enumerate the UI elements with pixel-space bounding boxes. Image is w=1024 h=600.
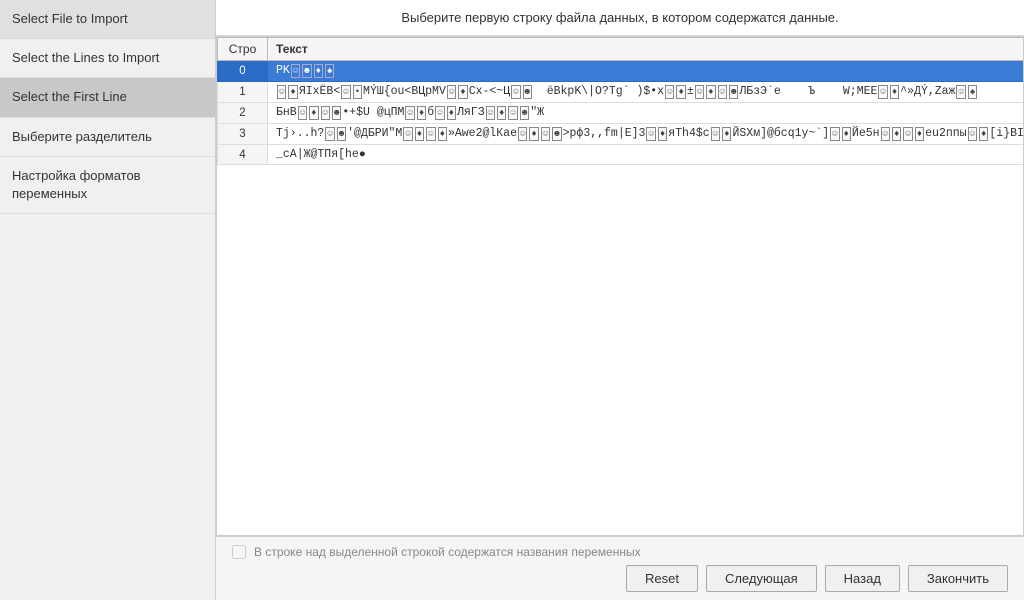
- col-header-text: Текст: [268, 38, 1024, 61]
- footer-checkbox-row: В строке над выделенной строкой содержат…: [232, 545, 1008, 559]
- row-number: 0: [218, 61, 268, 82]
- table-row[interactable]: 4_сA|Ж@ТПя[hе●: [218, 145, 1024, 165]
- table-row[interactable]: 3Тj›..h?☺☻'@ДБРИ"М☺♦☺♦»Awe2@lКае☺♦☺☻>рф3…: [218, 124, 1024, 145]
- reset-button[interactable]: Reset: [626, 565, 698, 592]
- col-header-num: Стро: [218, 38, 268, 61]
- sidebar-item-select-lines[interactable]: Select the Lines to Import: [0, 39, 215, 78]
- variable-names-checkbox[interactable]: [232, 545, 246, 559]
- sidebar-item-select-file[interactable]: Select File to Import: [0, 0, 215, 39]
- row-number: 1: [218, 82, 268, 103]
- finish-button[interactable]: Закончить: [908, 565, 1008, 592]
- sidebar-item-format-settings[interactable]: Настройка форматов переменных: [0, 157, 215, 214]
- right-panel: Выберите первую строку файла данных, в к…: [216, 0, 1024, 600]
- data-table-area[interactable]: Стро Текст 0PK☺☻♦♠1☺♦ЯIхЁВ<☺•МÝШ{ou<ВЦрМ…: [216, 36, 1024, 536]
- row-number: 4: [218, 145, 268, 165]
- row-number: 3: [218, 124, 268, 145]
- row-text: БнВ☺♦☺☻•+$U @цПМ☺♦б☺♦ЛяГЗ☺♦☺☻"Ж: [268, 103, 1024, 124]
- row-text: _сA|Ж@ТПя[hе●: [268, 145, 1024, 165]
- row-number: 2: [218, 103, 268, 124]
- table-row[interactable]: 1☺♦ЯIхЁВ<☺•МÝШ{ou<ВЦрМV☺♦Сx-<~Ц☺☻ ëВkрK\…: [218, 82, 1024, 103]
- main-container: Select File to Import Select the Lines t…: [0, 0, 1024, 600]
- instruction-bar: Выберите первую строку файла данных, в к…: [216, 0, 1024, 36]
- sidebar: Select File to Import Select the Lines t…: [0, 0, 216, 600]
- row-text: PK☺☻♦♠: [268, 61, 1024, 82]
- footer-buttons: Reset Следующая Назад Закончить: [232, 565, 1008, 592]
- table-row[interactable]: 2БнВ☺♦☺☻•+$U @цПМ☺♦б☺♦ЛяГЗ☺♦☺☻"Ж: [218, 103, 1024, 124]
- variable-names-label: В строке над выделенной строкой содержат…: [254, 545, 641, 559]
- table-row[interactable]: 0PK☺☻♦♠: [218, 61, 1024, 82]
- sidebar-item-delimiter[interactable]: Выберите разделитель: [0, 118, 215, 157]
- next-button[interactable]: Следующая: [706, 565, 817, 592]
- back-button[interactable]: Назад: [825, 565, 900, 592]
- row-text: Тj›..h?☺☻'@ДБРИ"М☺♦☺♦»Awe2@lКае☺♦☺☻>рф3,…: [268, 124, 1024, 145]
- row-text: ☺♦ЯIхЁВ<☺•МÝШ{ou<ВЦрМV☺♦Сx-<~Ц☺☻ ëВkрK\|…: [268, 82, 1024, 103]
- sidebar-item-select-first-line[interactable]: Select the First Line: [0, 78, 215, 117]
- data-table: Стро Текст 0PK☺☻♦♠1☺♦ЯIхЁВ<☺•МÝШ{ou<ВЦрМ…: [217, 37, 1024, 165]
- footer: В строке над выделенной строкой содержат…: [216, 536, 1024, 600]
